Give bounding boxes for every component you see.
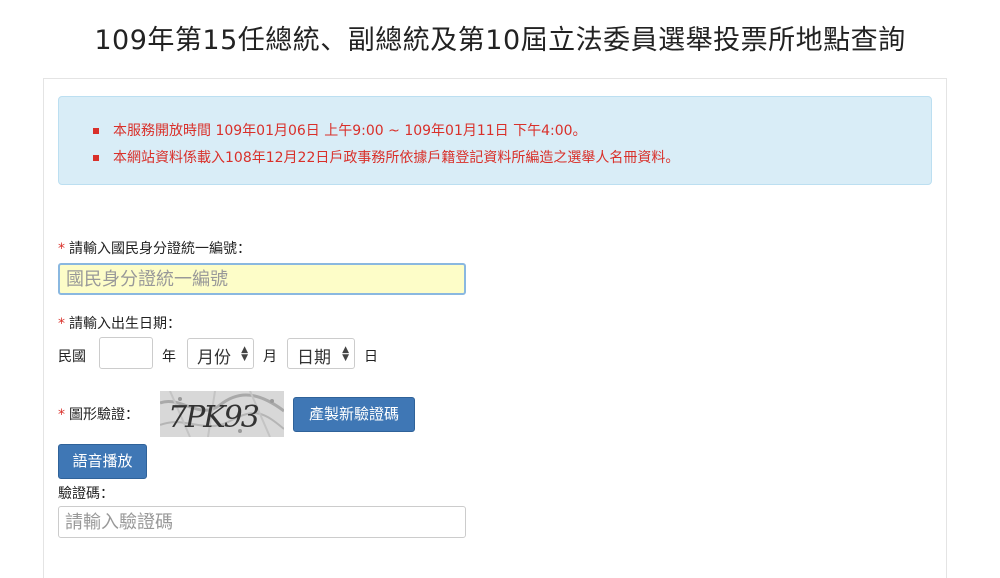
day-unit-label: 日 xyxy=(364,349,378,365)
captcha-label-text: 圖形驗證： xyxy=(69,407,139,423)
page-title: 109年第15任總統、副總統及第10屆立法委員選舉投票所地點查詢 xyxy=(94,25,906,56)
notice-list: 本服務開放時間 109年01月06日 上午9:00 ~ 109年01月11日 下… xyxy=(93,118,679,172)
notice-item-data-source: 本網站資料係載入108年12月22日戶政事務所依據戶籍登記資料所編造之選舉人名冊… xyxy=(93,145,679,172)
id-number-input[interactable] xyxy=(58,263,466,295)
required-mark: * xyxy=(58,407,65,423)
required-mark: * xyxy=(58,316,65,332)
birth-day-select[interactable]: 日期 ▲ ▼ xyxy=(287,338,355,369)
select-arrows-icon: ▲ ▼ xyxy=(241,345,248,363)
notice-text-data-source: 本網站資料係載入108年12月22日戶政事務所依據戶籍登記資料所編造之選舉人名冊… xyxy=(113,150,680,166)
captcha-noise: 7PK93 xyxy=(160,391,284,437)
select-arrows-icon: ▲ ▼ xyxy=(342,345,349,363)
year-unit-label: 年 xyxy=(162,349,176,365)
captcha-input-label: 驗證碼： xyxy=(58,486,114,502)
month-selected-text: 月份 xyxy=(197,348,231,368)
captcha-input[interactable] xyxy=(58,506,466,538)
era-label: 民國 xyxy=(58,349,86,365)
required-mark: * xyxy=(58,241,65,257)
id-number-label-text: 請輸入國民身分證統一編號： xyxy=(69,241,251,257)
captcha-label: * 圖形驗證： xyxy=(58,404,139,424)
bullet-icon xyxy=(93,128,99,134)
id-number-label: * 請輸入國民身分證統一編號： xyxy=(58,238,251,258)
notice-item-hours: 本服務開放時間 109年01月06日 上午9:00 ~ 109年01月11日 下… xyxy=(93,118,679,145)
service-notice: 本服務開放時間 109年01月06日 上午9:00 ~ 109年01月11日 下… xyxy=(58,96,932,185)
refresh-captcha-button[interactable]: 產製新驗證碼 xyxy=(293,397,415,432)
day-selected-text: 日期 xyxy=(297,348,331,368)
month-unit-label: 月 xyxy=(263,349,277,365)
notice-text-hours: 本服務開放時間 109年01月06日 上午9:00 ~ 109年01月11日 下… xyxy=(113,123,587,139)
birthdate-label-text: 請輸入出生日期： xyxy=(69,316,181,332)
birth-month-select[interactable]: 月份 ▲ ▼ xyxy=(187,338,254,369)
audio-captcha-button[interactable]: 語音播放 xyxy=(58,444,147,479)
birth-year-input[interactable] xyxy=(99,337,153,369)
captcha-image: 7PK93 xyxy=(160,391,284,437)
birthdate-label: * 請輸入出生日期： xyxy=(58,313,181,333)
captcha-text: 7PK93 xyxy=(168,400,259,435)
bullet-icon xyxy=(93,155,99,161)
